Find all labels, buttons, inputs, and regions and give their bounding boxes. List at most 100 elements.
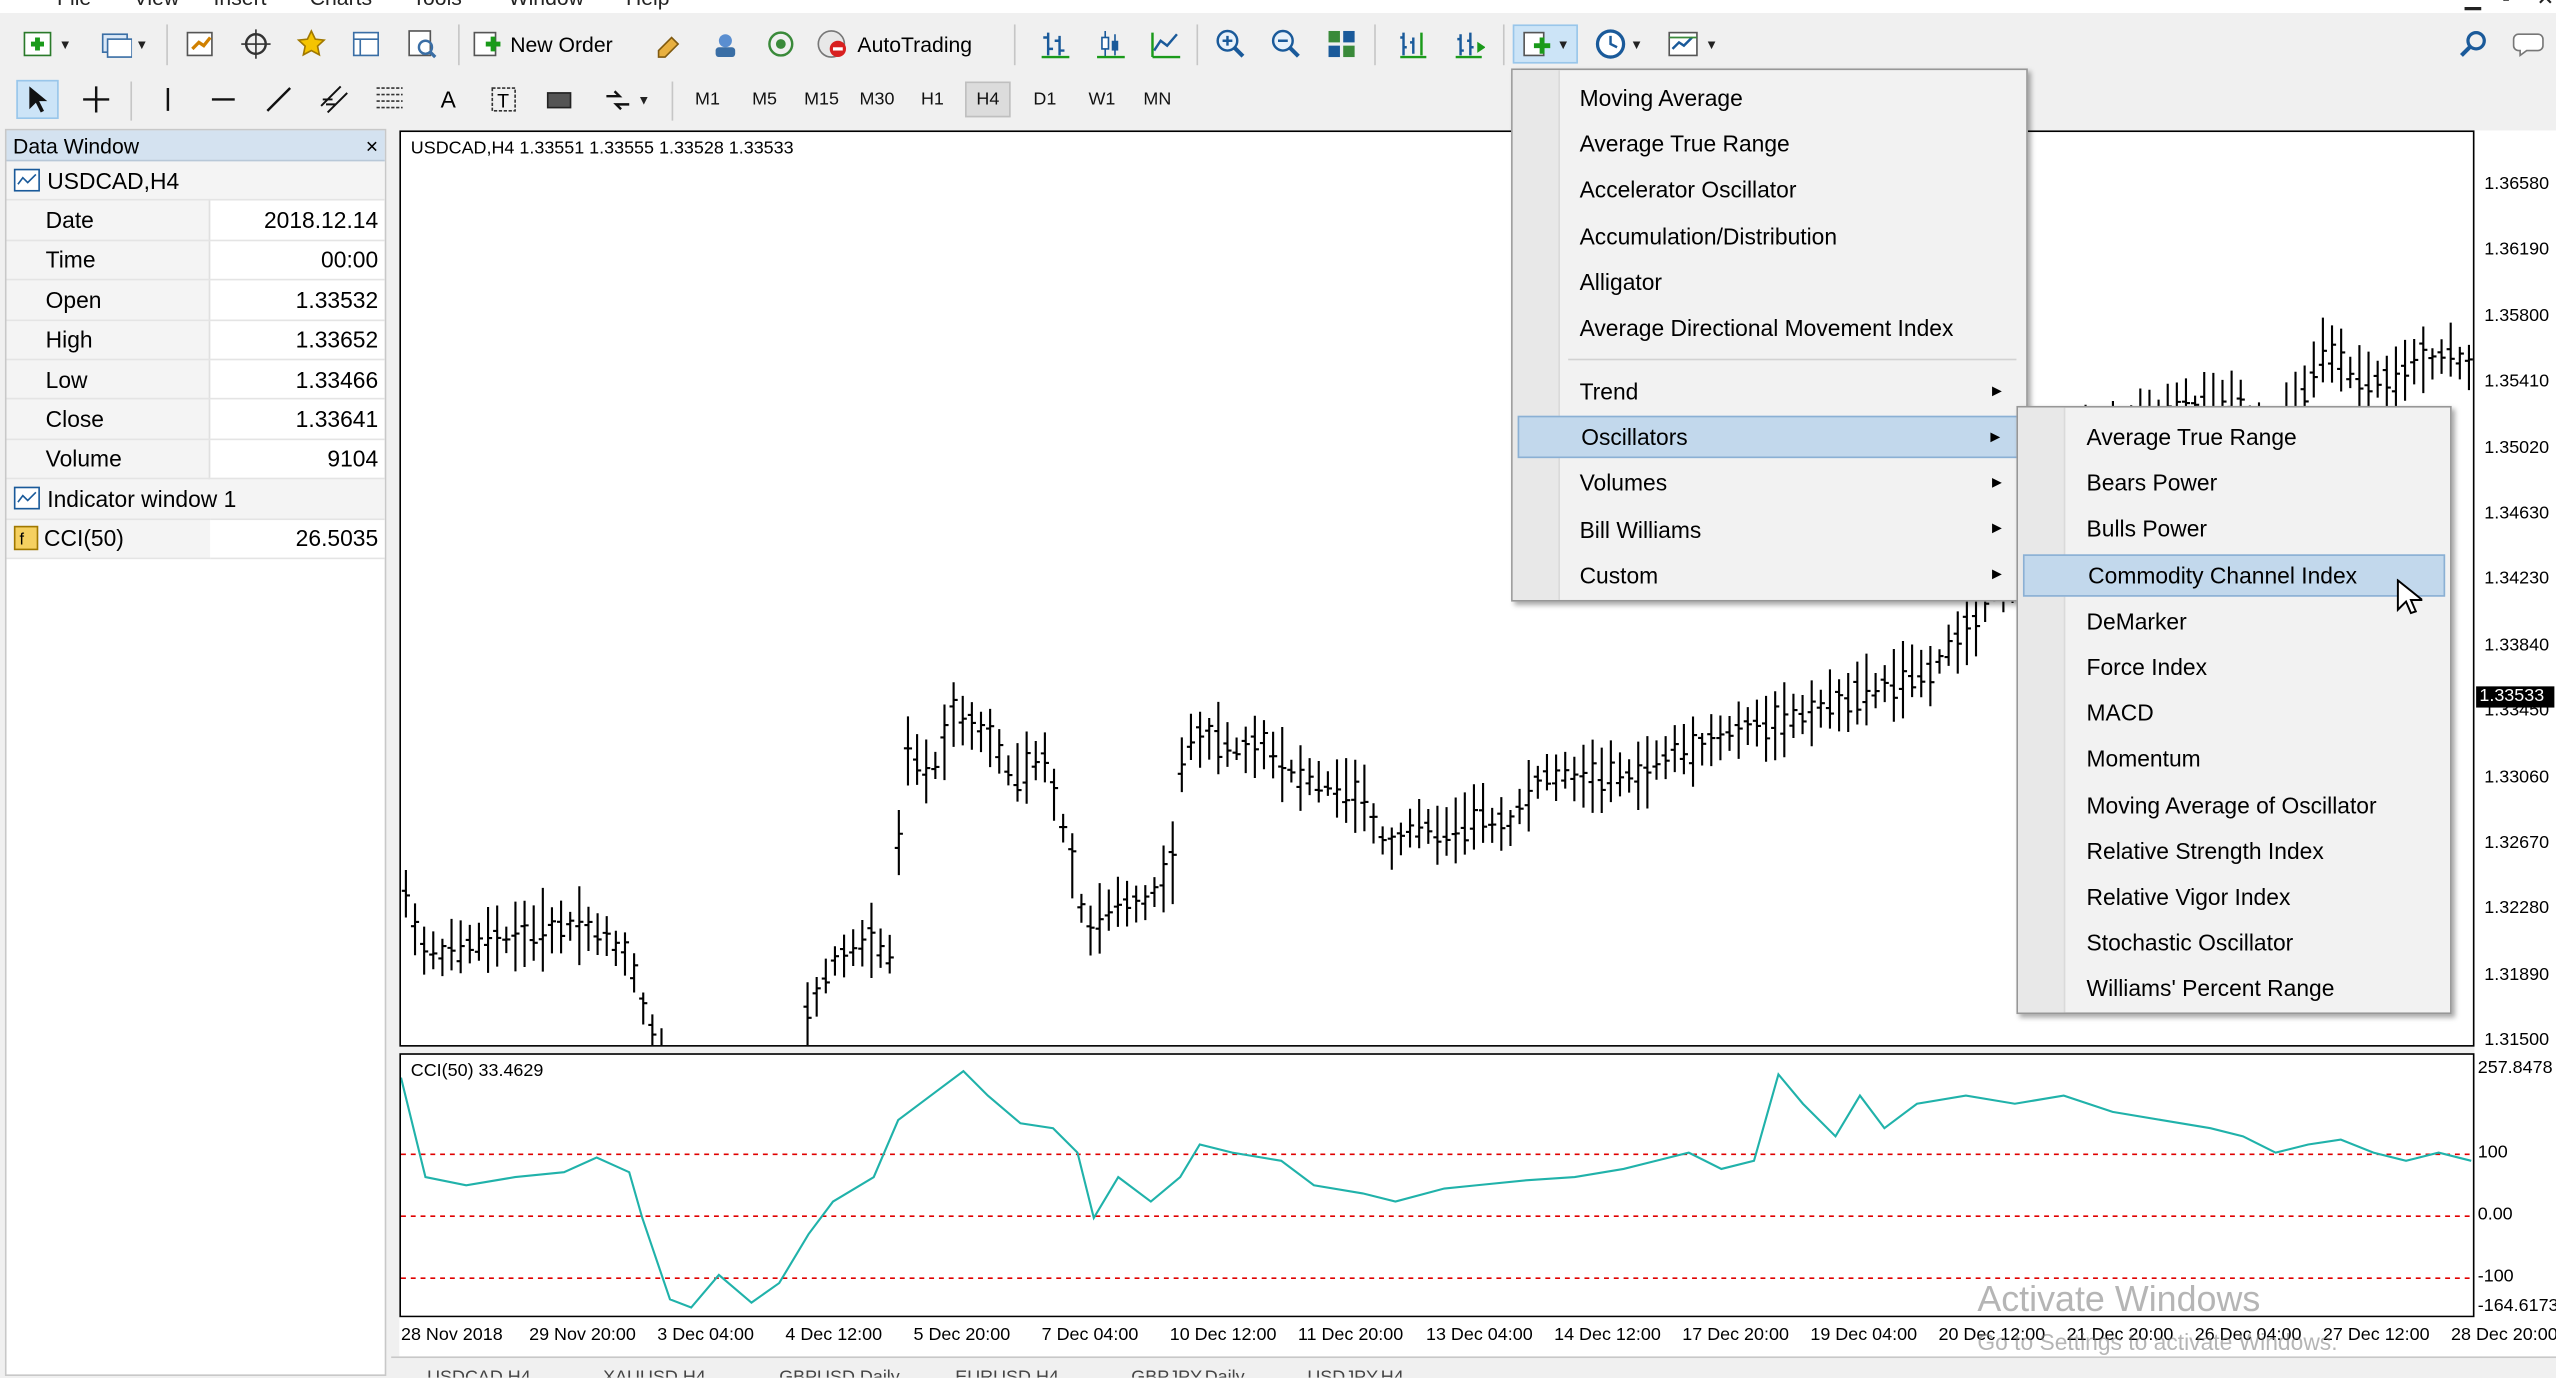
timeframe-h4-button[interactable]: H4 [965, 81, 1011, 118]
search-button[interactable] [2455, 24, 2491, 63]
timeframe-w1-button[interactable]: W1 [1079, 82, 1125, 118]
new-chart-button[interactable]: ▼ [16, 24, 78, 63]
metaeditor-button[interactable] [649, 24, 691, 63]
candlestick-chart-button[interactable] [1089, 24, 1131, 63]
oscillator-item-macd[interactable]: MACD [2023, 692, 2445, 734]
menu-group-volumes[interactable]: Volumes ► [1518, 462, 2022, 504]
auto-scroll-button[interactable] [1448, 24, 1490, 63]
menu-group-bill-williams[interactable]: Bill Williams ► [1518, 508, 2022, 550]
oscillator-item-demarker[interactable]: DeMarker [2023, 600, 2445, 642]
ohlc-bar [1077, 893, 1086, 923]
minimize-icon[interactable]: ▁ [2465, 0, 2481, 11]
menu-item-average-true-range[interactable]: Average True Range [1518, 123, 2022, 165]
menu-group-trend[interactable]: Trend ► [1518, 370, 2022, 412]
restore-icon[interactable]: ▫ [2502, 0, 2510, 10]
close-window-icon[interactable]: ✕ [2536, 0, 2554, 11]
chart-tab[interactable]: GBPUSD,Daily [779, 1368, 900, 1378]
ohlc-bar [1588, 739, 1597, 813]
oscillator-item-relative-strength-index[interactable]: Relative Strength Index [2023, 830, 2445, 872]
ohlc-bar [876, 928, 885, 968]
oscillator-item-bulls-power[interactable]: Bulls Power [2023, 508, 2445, 550]
timeframe-m5-button[interactable]: M5 [742, 82, 788, 118]
menu-help[interactable]: Help [626, 0, 670, 10]
rectangle-label-button[interactable] [538, 80, 580, 119]
timeframe-d1-button[interactable]: D1 [1022, 82, 1068, 118]
timeframe-m30-button[interactable]: M30 [854, 82, 900, 118]
arrows-tool-button[interactable]: ▼ [593, 80, 658, 119]
ohlc-bar [1469, 784, 1479, 850]
chart-shift-button[interactable] [1392, 24, 1434, 63]
chart-tab[interactable]: GBPJPY,Daily [1131, 1368, 1244, 1378]
oscillator-item-bears-power[interactable]: Bears Power [2023, 462, 2445, 504]
horizontal-line-button[interactable] [202, 80, 244, 119]
new-chart-icon [23, 31, 52, 57]
data-window-close-icon[interactable]: × [366, 133, 378, 157]
menu-item-accumulation-distribution[interactable]: Accumulation/Distribution [1518, 215, 2022, 257]
menu-charts[interactable]: Charts [310, 0, 372, 10]
crosshair-tool-button[interactable] [75, 80, 117, 119]
new-order-button[interactable]: New Order [471, 24, 634, 63]
oscillator-item-williams-percent-range[interactable]: Williams' Percent Range [2023, 967, 2445, 1009]
data-window-table: USDCAD,H4 Date 2018.12.14 Time 00:00 Open 1.3… [6, 161, 385, 560]
menu-group-custom[interactable]: Custom ► [1518, 554, 2022, 596]
line-chart-button[interactable] [1144, 24, 1186, 63]
ohlc-bar [1652, 740, 1661, 780]
chart-tab[interactable]: USDJPY,H4 [1307, 1368, 1403, 1378]
indicators-list-button[interactable]: ▼ [1512, 24, 1578, 64]
ohlc-bar [483, 906, 493, 973]
ohlc-bar [502, 926, 511, 954]
bar-chart-button[interactable] [1033, 24, 1075, 63]
navigator-button[interactable] [290, 24, 332, 63]
strategy-tester-button[interactable] [401, 24, 443, 63]
menu-file[interactable]: File [57, 0, 91, 10]
chart-tab[interactable]: EURUSD,H4 [955, 1368, 1059, 1378]
menu-group-oscillators[interactable]: Oscillators ► [1517, 416, 2022, 459]
menu-window[interactable]: Window [509, 0, 584, 10]
chart-tab[interactable]: USDCAD,H4 [427, 1368, 531, 1378]
data-window-button[interactable] [235, 24, 277, 63]
oscillator-item-momentum[interactable]: Momentum [2023, 738, 2445, 780]
data-row-value: 00:00 [209, 240, 385, 281]
timeframe-m15-button[interactable]: M15 [799, 82, 845, 118]
chat-button[interactable] [2510, 24, 2549, 63]
zoom-out-button[interactable] [1265, 24, 1307, 63]
autotrading-button[interactable]: AutoTrading [815, 24, 1001, 63]
trendline-button[interactable] [258, 80, 300, 119]
text-label-button[interactable]: T [483, 80, 525, 119]
time-tick: 19 Dec 04:00 [1810, 1325, 1918, 1346]
oscillator-item-average-true-range[interactable]: Average True Range [2023, 416, 2445, 458]
menu-tools[interactable]: Tools [412, 0, 461, 10]
timeframe-h1-button[interactable]: H1 [910, 82, 956, 118]
price-tick: 1.31500 [2484, 1030, 2550, 1051]
menu-item-alligator[interactable]: Alligator [1518, 261, 2022, 303]
fibonacci-button[interactable] [368, 80, 410, 119]
community-button[interactable] [704, 24, 746, 63]
oscillator-item-relative-vigor-index[interactable]: Relative Vigor Index [2023, 875, 2445, 917]
timeframe-m1-button[interactable]: M1 [685, 82, 731, 118]
ohlc-bar [2309, 341, 2318, 398]
zoom-in-button[interactable] [1210, 24, 1252, 63]
equidistant-channel-button[interactable] [313, 80, 355, 119]
oscillator-item-stochastic-oscillator[interactable]: Stochastic Oscillator [2023, 921, 2445, 963]
text-tool-button[interactable]: A [427, 80, 469, 119]
menu-view[interactable]: View [134, 0, 180, 10]
oscillator-item-commodity-channel-index[interactable]: Commodity Channel Index [2022, 553, 2446, 597]
signals-button[interactable] [760, 24, 802, 63]
ohlc-bar [611, 930, 620, 966]
menu-item-accelerator-oscillator[interactable]: Accelerator Oscillator [1518, 169, 2022, 211]
periods-button[interactable]: ▼ [1588, 24, 1650, 63]
market-watch-button[interactable] [179, 24, 221, 63]
oscillator-item-force-index[interactable]: Force Index [2023, 646, 2445, 688]
tile-windows-button[interactable] [1320, 24, 1362, 63]
vertical-line-button[interactable] [147, 80, 189, 119]
profiles-button[interactable]: ▼ [91, 24, 156, 63]
timeframe-mn-button[interactable]: MN [1135, 82, 1181, 118]
terminal-button[interactable] [346, 24, 388, 63]
menu-insert[interactable]: Insert [214, 0, 267, 10]
templates-button[interactable]: ▼ [1659, 24, 1724, 63]
cursor-tool-button[interactable] [16, 79, 59, 120]
menu-item-average-directional-movement-index[interactable]: Average Directional Movement Index [1518, 307, 2022, 349]
oscillator-item-moving-average-of-oscillator[interactable]: Moving Average of Oscillator [2023, 784, 2445, 826]
chart-tab[interactable]: XAUUSD,H4 [603, 1368, 706, 1378]
menu-item-moving-average[interactable]: Moving Average [1518, 77, 2022, 119]
